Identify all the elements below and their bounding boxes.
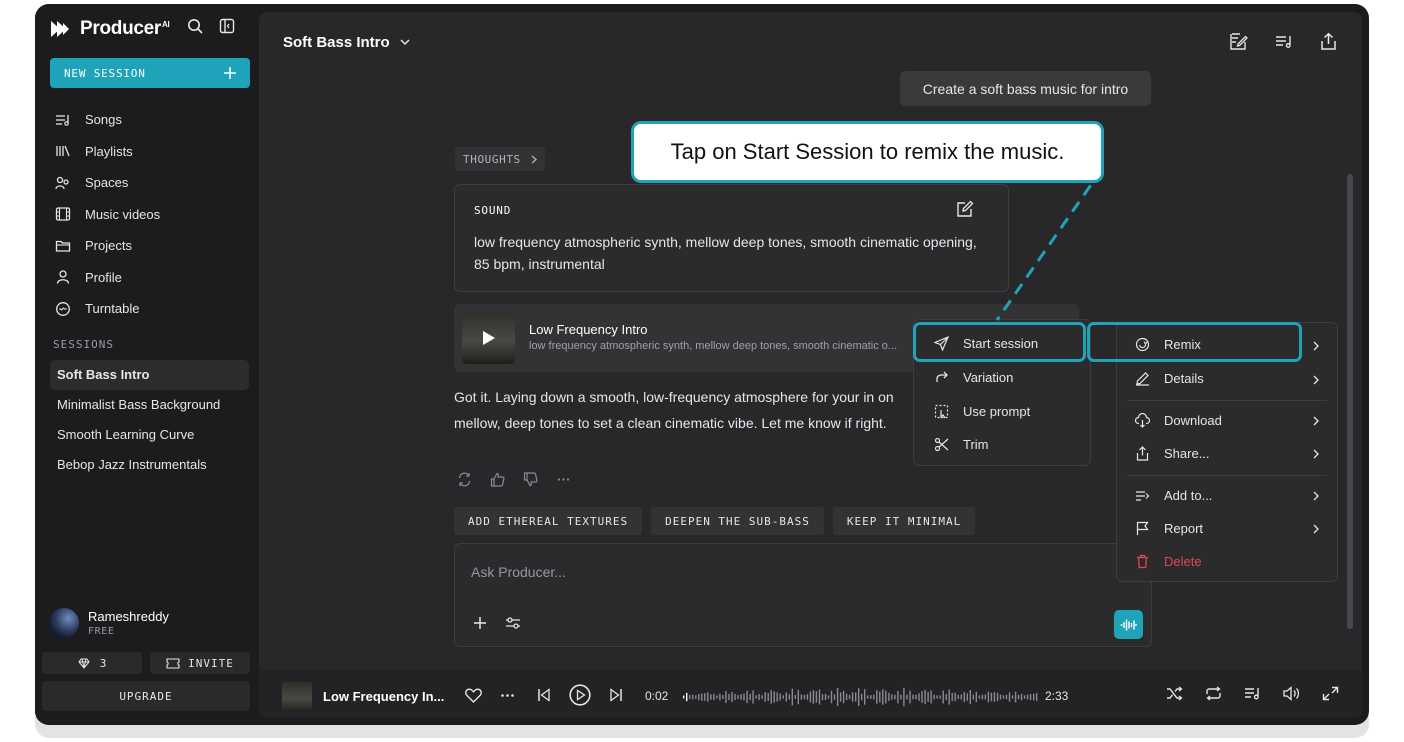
callout-text: Tap on Start Session to remix the music. [670,139,1065,164]
app-window: ProducerAI NEW SESSION Songs Playlists S… [35,4,1369,725]
tutorial-callout: Tap on Start Session to remix the music. [631,121,1104,183]
callout-connector [995,168,1104,321]
